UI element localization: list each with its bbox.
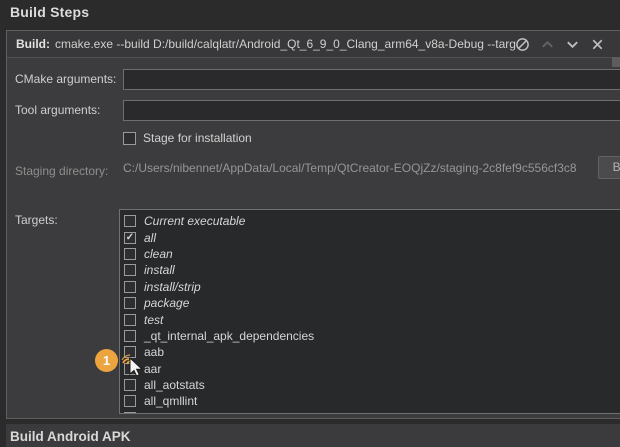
target-label: all_aotstats <box>144 378 205 392</box>
target-row-package[interactable]: package <box>124 295 620 311</box>
build-android-apk-title: Build Android APK <box>10 429 131 444</box>
target-checkbox[interactable] <box>124 395 136 407</box>
staging-directory-value: C:/Users/nibennet/AppData/Local/Temp/QtC… <box>123 161 593 175</box>
target-checkbox[interactable] <box>124 330 136 342</box>
target-label: clean <box>144 247 173 261</box>
target-checkbox[interactable] <box>124 297 136 309</box>
target-label: test <box>144 313 163 327</box>
build-step-label: Build: <box>16 37 50 51</box>
target-row-clean[interactable]: clean <box>124 246 620 262</box>
target-row-all-qmllint-json[interactable]: all_qmllint_json <box>124 410 620 414</box>
browse-button[interactable]: Bro <box>598 156 620 179</box>
target-row-all-qmllint[interactable]: all_qmllint <box>124 393 620 409</box>
remove-step-icon[interactable] <box>590 37 605 52</box>
target-row-aar[interactable]: aar <box>124 361 620 377</box>
target-row-test[interactable]: test <box>124 311 620 327</box>
target-row-install-strip[interactable]: install/strip <box>124 279 620 295</box>
target-label: Current executable <box>144 214 245 228</box>
target-checkbox[interactable] <box>124 281 136 293</box>
scrollbar-thumb[interactable] <box>612 57 620 67</box>
target-label: aar <box>144 362 161 376</box>
move-step-down-icon[interactable] <box>565 37 580 52</box>
step-annotation-badge: 1 <box>95 349 118 372</box>
target-checkbox[interactable] <box>124 248 136 260</box>
target-label: aab <box>144 345 164 359</box>
mouse-cursor <box>119 350 145 381</box>
target-row-all-aotstats[interactable]: all_aotstats <box>124 377 620 393</box>
target-label: package <box>144 296 189 310</box>
target-label: all <box>144 231 156 245</box>
target-label: all_qmllint_json <box>144 411 226 414</box>
staging-directory-label: Staging directory: <box>15 164 108 178</box>
target-label: install/strip <box>144 280 201 294</box>
move-step-up-icon <box>540 37 555 52</box>
target-row--qt-internal-apk-dependencies[interactable]: _qt_internal_apk_dependencies <box>124 328 620 344</box>
page-title: Build Steps <box>10 4 89 20</box>
target-checkbox[interactable] <box>124 412 136 414</box>
target-row-aab[interactable]: aab <box>124 344 620 360</box>
build-step-command: cmake.exe --build D:/build/calqlatr/Andr… <box>55 37 516 51</box>
target-label: _qt_internal_apk_dependencies <box>144 329 314 343</box>
build-android-apk-section[interactable]: Build Android APK <box>6 424 620 447</box>
tool-arguments-input[interactable] <box>123 100 620 121</box>
targets-list[interactable]: Current executable ✓ all clean install instal… <box>119 209 620 414</box>
target-checkbox[interactable] <box>124 314 136 326</box>
target-row-install[interactable]: install <box>124 262 620 278</box>
target-label: all_qmllint <box>144 394 197 408</box>
targets-label: Targets: <box>15 213 58 227</box>
cmake-arguments-label: CMake arguments: <box>15 72 116 86</box>
stage-for-installation-row[interactable]: Stage for installation <box>123 131 252 145</box>
target-row-current-executable[interactable]: Current executable <box>124 213 620 229</box>
stage-for-installation-checkbox[interactable] <box>123 132 136 145</box>
target-row-all[interactable]: ✓ all <box>124 229 620 245</box>
stage-for-installation-label: Stage for installation <box>143 131 252 145</box>
build-step-toolbar <box>515 31 605 58</box>
target-checkbox[interactable]: ✓ <box>124 232 136 244</box>
target-label: install <box>144 263 175 277</box>
tool-arguments-label: Tool arguments: <box>15 103 100 117</box>
target-checkbox[interactable] <box>124 215 136 227</box>
cmake-arguments-input[interactable] <box>123 69 620 90</box>
target-checkbox[interactable] <box>124 264 136 276</box>
build-step-header[interactable]: Build: cmake.exe --build D:/build/calqla… <box>7 31 620 58</box>
disable-step-icon[interactable] <box>515 37 530 52</box>
